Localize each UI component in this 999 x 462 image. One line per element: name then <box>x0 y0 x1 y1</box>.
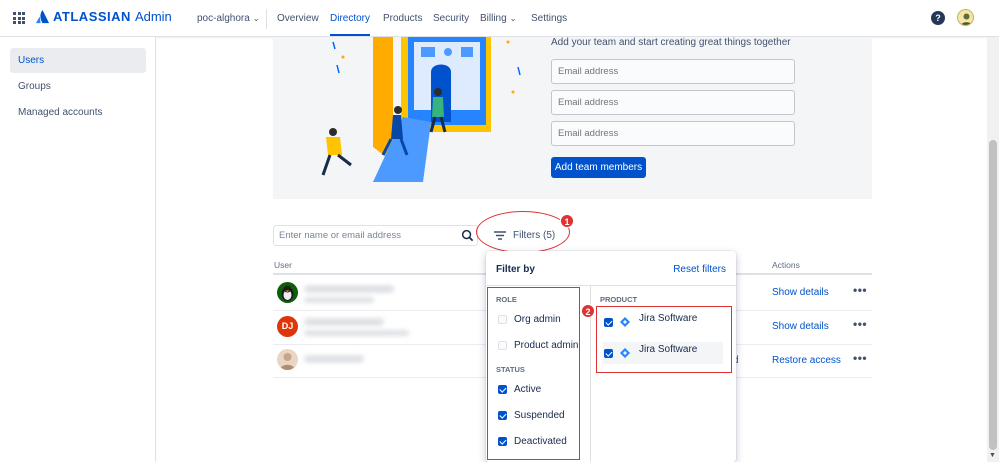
person-icon <box>280 353 295 370</box>
more-actions-icon[interactable]: ••• <box>853 351 867 365</box>
nav-divider <box>266 9 267 29</box>
show-details-link[interactable]: Show details <box>772 287 829 298</box>
nav-security[interactable]: Security <box>433 13 469 24</box>
user-name-redacted <box>304 285 394 293</box>
sidebar: Users Groups Managed accounts <box>0 37 156 462</box>
product-name: Admin <box>134 9 172 24</box>
atlassian-logo-icon <box>35 9 50 24</box>
email-field-1[interactable] <box>551 59 795 84</box>
more-actions-icon[interactable]: ••• <box>853 317 867 331</box>
show-details-link[interactable]: Show details <box>772 321 829 332</box>
brand-name: ATLASSIAN <box>53 9 131 24</box>
sidebar-item-groups[interactable]: Groups <box>10 74 146 99</box>
app-switcher-icon[interactable] <box>13 12 25 24</box>
tux-icon <box>281 285 294 301</box>
column-header-user: User <box>274 260 292 270</box>
invite-card: Add your team and start creating great t… <box>273 37 872 199</box>
scrollbar-thumb[interactable] <box>989 140 997 450</box>
product-section-header: PRODUCT <box>600 295 638 304</box>
restore-access-link[interactable]: Restore access <box>772 355 841 366</box>
nav-directory[interactable]: Directory <box>330 13 371 36</box>
annotation-circle <box>476 211 570 253</box>
annotation-badge-1: 1 <box>560 214 574 228</box>
nav-settings[interactable]: Settings <box>531 13 567 24</box>
nav-billing[interactable]: Billing ⌄ <box>480 13 516 24</box>
add-team-members-button[interactable]: Add team members <box>551 157 646 178</box>
invite-heading: Add your team and start creating great t… <box>551 37 791 48</box>
person-icon <box>960 13 973 25</box>
user-email-redacted <box>304 297 374 303</box>
nav-products[interactable]: Products <box>383 13 422 24</box>
org-switcher[interactable]: poc-alghora ⌄ <box>197 13 260 24</box>
more-actions-icon[interactable]: ••• <box>853 283 867 297</box>
email-field-2[interactable] <box>551 90 795 115</box>
avatar <box>277 282 298 303</box>
search-icon[interactable] <box>461 229 474 242</box>
sidebar-item-managed-accounts[interactable]: Managed accounts <box>10 100 146 125</box>
filter-panel-divider <box>486 285 736 286</box>
top-navigation: ATLASSIAN Admin poc-alghora ⌄ Overview Di… <box>0 0 999 37</box>
chevron-down-icon: ⌄ <box>509 14 517 23</box>
org-name: poc-alghora <box>197 13 250 24</box>
annotation-rectangle <box>487 287 580 460</box>
avatar <box>277 349 298 370</box>
avatar: DJ <box>277 316 298 337</box>
nav-billing-label: Billing <box>480 13 507 24</box>
email-field-3[interactable] <box>551 121 795 146</box>
filter-panel-title: Filter by <box>496 264 535 275</box>
user-name-redacted <box>304 318 384 326</box>
reset-filters-link[interactable]: Reset filters <box>673 264 726 275</box>
annotation-badge-2: 2 <box>581 304 595 318</box>
sidebar-item-users[interactable]: Users <box>10 48 146 73</box>
atlassian-logo[interactable]: ATLASSIAN Admin <box>35 9 172 24</box>
chevron-down-icon: ⌄ <box>252 14 260 23</box>
scroll-down-icon[interactable]: ▼ <box>989 452 996 459</box>
nav-overview[interactable]: Overview <box>277 13 319 24</box>
column-header-actions: Actions <box>772 260 800 270</box>
user-email-redacted <box>304 330 409 336</box>
user-search-input[interactable]: Enter name or email address <box>273 225 478 246</box>
user-name-redacted <box>304 355 364 363</box>
annotation-rectangle <box>596 306 732 373</box>
profile-avatar[interactable] <box>957 9 974 26</box>
help-icon[interactable]: ? <box>931 11 945 25</box>
team-illustration <box>321 37 521 182</box>
